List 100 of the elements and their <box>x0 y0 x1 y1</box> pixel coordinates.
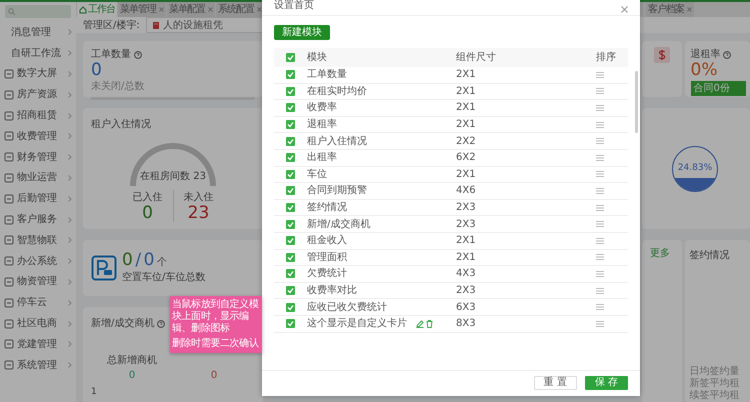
sidebar-item[interactable]: 物业运营 <box>17 170 65 186</box>
sidebar-item[interactable]: 停车云 <box>17 295 65 310</box>
home-icon <box>79 6 87 14</box>
size-value: 2X1 <box>456 68 477 82</box>
checkbox[interactable] <box>286 220 295 229</box>
close-icon[interactable] <box>687 7 692 12</box>
tab[interactable]: 客户档案 <box>646 2 694 17</box>
metric-value: 0 <box>128 369 136 383</box>
drag-handle-icon[interactable] <box>596 154 604 161</box>
drag-handle-icon[interactable] <box>596 171 604 178</box>
sidebar-item[interactable]: 自研工作流 <box>11 46 65 61</box>
tab[interactable]: 工作台 <box>77 2 117 17</box>
drag-handle-icon[interactable] <box>596 221 604 228</box>
sidebar-item[interactable]: 党建管理 <box>17 336 65 352</box>
checkbox[interactable] <box>286 86 295 96</box>
help-icon[interactable] <box>156 320 165 328</box>
unit: 个 <box>156 256 167 270</box>
module-icon <box>4 172 14 183</box>
checkbox[interactable] <box>286 319 295 328</box>
sidebar-item[interactable]: 后勤管理 <box>17 191 65 206</box>
checkbox[interactable] <box>286 203 295 212</box>
drag-handle-icon[interactable] <box>596 138 604 144</box>
drag-handle-icon[interactable] <box>596 254 604 260</box>
close-icon[interactable] <box>208 7 213 12</box>
checkbox[interactable] <box>286 136 295 146</box>
sidebar-item[interactable]: 数字大屏 <box>17 66 65 82</box>
contract-badge: 合同0份 <box>690 81 746 96</box>
tab[interactable]: 系统配置 <box>216 2 264 17</box>
checkbox[interactable] <box>286 120 295 130</box>
module-name: 合同到期预警 <box>307 184 367 198</box>
drag-handle-icon[interactable] <box>596 188 604 194</box>
checkbox[interactable] <box>286 252 295 262</box>
sidebar-item[interactable]: 消息管理 <box>11 24 65 40</box>
sidebar-item[interactable]: 物资管理 <box>17 274 65 290</box>
help-icon[interactable] <box>134 50 142 58</box>
checkbox[interactable] <box>286 103 295 112</box>
sidebar-item[interactable]: 智慧物联 <box>17 232 65 248</box>
drag-handle-icon[interactable] <box>596 304 604 310</box>
sidebar-item[interactable]: 办公系统 <box>17 254 65 269</box>
caption: 空置车位/车位总数 <box>122 270 206 284</box>
sidebar-item[interactable]: 收费管理 <box>17 128 65 144</box>
column-header: 排序 <box>596 50 617 65</box>
sidebar-item[interactable]: 财务管理 <box>17 150 65 165</box>
sidebar-item[interactable]: 招商租赁 <box>17 108 65 124</box>
size-value: 6X2 <box>456 151 477 166</box>
total-count: 0 <box>144 252 154 268</box>
chevron-icon <box>68 300 72 306</box>
help-icon[interactable] <box>723 50 731 58</box>
save-button[interactable]: 保 存 <box>584 376 628 390</box>
caption: 未关闭/总数 <box>91 80 146 94</box>
drag-handle-icon[interactable] <box>596 88 604 94</box>
size-value: 4X6 <box>456 184 477 198</box>
chevron-icon <box>68 92 72 98</box>
module-name: 这个显示是自定义卡片 <box>307 316 407 332</box>
new-module-button[interactable]: 新建模块 <box>274 25 330 40</box>
close-icon[interactable] <box>621 6 628 13</box>
scrollbar-thumb[interactable] <box>635 71 638 133</box>
metric-value: 0 <box>210 369 218 383</box>
checkbox[interactable] <box>286 269 295 278</box>
module-name: 出租率 <box>307 150 337 166</box>
checkbox[interactable] <box>286 170 295 179</box>
checkbox[interactable] <box>286 153 295 162</box>
module-icon <box>4 68 14 79</box>
tab[interactable]: 菜单管理 <box>118 2 166 17</box>
checkbox[interactable] <box>286 236 295 246</box>
checkbox[interactable] <box>286 186 295 196</box>
size-value: 8X3 <box>456 317 477 332</box>
drag-handle-icon[interactable] <box>596 288 604 294</box>
checkbox[interactable] <box>286 53 295 62</box>
size-value: 2X2 <box>456 134 477 149</box>
separator: / <box>135 252 142 268</box>
tab[interactable]: 菜单配置 <box>167 2 215 17</box>
reset-button[interactable]: 重 置 <box>534 376 577 390</box>
sidebar-item[interactable]: 房产资源 <box>17 87 65 102</box>
drag-handle-icon[interactable] <box>596 72 604 78</box>
module-icon <box>4 235 14 246</box>
close-icon[interactable] <box>159 7 164 12</box>
drag-handle-icon[interactable] <box>596 238 604 244</box>
module-icon <box>4 298 14 308</box>
drag-handle-icon[interactable] <box>596 104 604 111</box>
chevron-icon <box>68 50 72 56</box>
drag-handle-icon[interactable] <box>596 122 604 128</box>
delete-icon[interactable] <box>426 320 433 328</box>
close-icon[interactable] <box>257 7 262 12</box>
sidebar-item[interactable]: 系统管理 <box>17 358 65 373</box>
module-icon <box>4 110 14 121</box>
drag-handle-icon[interactable] <box>596 320 604 327</box>
checkbox[interactable] <box>286 286 295 296</box>
edit-icon[interactable] <box>416 320 424 328</box>
sidebar-item[interactable]: 客户服务 <box>17 212 65 228</box>
module-name: 收费率 <box>307 100 337 116</box>
checkbox[interactable] <box>286 302 295 312</box>
parking-icon <box>91 255 117 281</box>
search-field[interactable] <box>5 5 71 18</box>
sidebar-item[interactable]: 社区电商 <box>17 316 65 332</box>
drag-handle-icon[interactable] <box>596 270 604 277</box>
module-icon <box>4 152 14 162</box>
drag-handle-icon[interactable] <box>596 204 604 211</box>
checkbox[interactable] <box>286 70 295 80</box>
more-link[interactable]: 更多 <box>650 248 670 259</box>
